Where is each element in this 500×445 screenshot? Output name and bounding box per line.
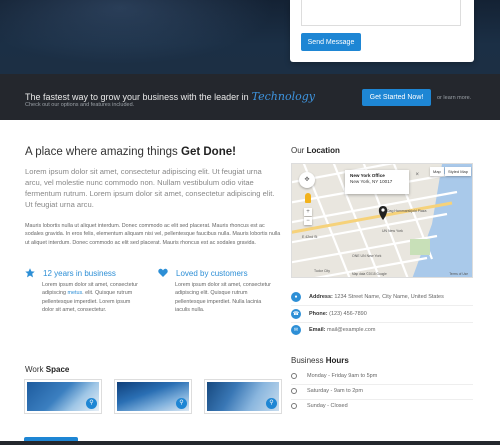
get-started-button[interactable]: Get Started Now! xyxy=(362,89,431,106)
map-label: Dag Hammarskjold Plaza xyxy=(387,209,427,213)
divider xyxy=(291,399,473,400)
hours-text: Saturday - 9am to 2pm xyxy=(307,388,363,394)
learn-more-link[interactable]: or learn more. xyxy=(437,95,471,101)
email-text: Email: mail@example.com xyxy=(309,327,375,333)
star-icon xyxy=(25,268,35,278)
hours-title-bold: Hours xyxy=(325,356,349,365)
pegman-icon[interactable] xyxy=(305,193,311,203)
hero-light-streak xyxy=(0,0,300,74)
clock-icon xyxy=(291,373,297,379)
hours-text: Monday - Friday 9am to 5pm xyxy=(307,373,378,379)
zoom-icon[interactable]: ⚲ xyxy=(266,398,277,409)
workspace-thumbnail-2[interactable]: ⚲ xyxy=(115,380,191,413)
message-textarea[interactable] xyxy=(301,0,461,26)
map-attribution: Map data ©2015 Google xyxy=(352,272,387,276)
divider xyxy=(291,384,473,385)
footer-bar xyxy=(0,441,500,445)
cta-subtitle: Check out our options and features inclu… xyxy=(25,102,135,108)
feature-title-text: Loved by customers xyxy=(176,268,248,278)
feature-years: 12 years in business Lorem ipsum dolor s… xyxy=(25,268,138,315)
map-label: ONE UN New York xyxy=(352,254,382,258)
close-icon[interactable]: × xyxy=(415,172,419,178)
map-pan-control[interactable]: ✥ xyxy=(299,172,315,188)
cta-brand-word: Technology xyxy=(251,90,315,103)
phone-label: Phone: xyxy=(309,311,328,317)
body-paragraph: Mauris lobortis nulla ut aliquet interdu… xyxy=(25,223,281,246)
map-label: UN New York xyxy=(382,229,403,233)
feature-inline-link[interactable]: metus xyxy=(67,290,82,296)
heading-plain: A place where amazing things xyxy=(25,146,178,158)
hours-text: Sunday - Closed xyxy=(307,403,348,409)
business-hours-title: Business Hours xyxy=(291,356,349,365)
hours-title-plain: Business xyxy=(291,356,324,365)
feature-text: Lorem ipsum dolor sit amet, consectetur … xyxy=(175,282,271,314)
map-label: E 42nd St xyxy=(302,235,317,239)
zoom-out-button[interactable]: − xyxy=(304,217,312,225)
clock-icon xyxy=(291,403,297,409)
address-value: 1234 Street Name, City Name, United Stat… xyxy=(334,294,444,300)
phone-icon: ☎ xyxy=(291,309,301,319)
page-heading: A place where amazing things Get Done! xyxy=(25,146,236,158)
heart-icon xyxy=(158,268,168,277)
feature-title: Loved by customers xyxy=(158,268,268,278)
popup-address: New York, NY 10017 xyxy=(350,179,393,184)
hours-row: Monday - Friday 9am to 5pm xyxy=(291,373,377,379)
phone-value: (123) 456-7890 xyxy=(329,311,367,317)
google-map[interactable]: Dag Hammarskjold Plaza UN New York Tudor… xyxy=(291,163,473,278)
contact-address: ● Address: 1234 Street Name, City Name, … xyxy=(291,292,444,302)
zoom-in-button[interactable]: + xyxy=(304,208,312,216)
location-title-plain: Our xyxy=(291,146,305,155)
hours-row: Saturday - 9am to 2pm xyxy=(291,388,363,394)
email-value[interactable]: mail@example.com xyxy=(327,327,375,333)
feature-title: 12 years in business xyxy=(25,268,135,278)
divider xyxy=(291,322,473,323)
contact-form-card: Send Message xyxy=(290,0,474,62)
envelope-icon: ✉ xyxy=(291,325,301,335)
map-type-map-button[interactable]: Map xyxy=(430,167,444,176)
map-type-styled-button[interactable]: Styled Map xyxy=(445,167,472,176)
contact-email: ✉ Email: mail@example.com xyxy=(291,325,375,335)
workspace-thumbnail-1[interactable]: ⚲ xyxy=(25,380,101,413)
zoom-icon[interactable]: ⚲ xyxy=(86,398,97,409)
map-pin-icon: ● xyxy=(291,292,301,302)
address-label: Address: xyxy=(309,294,333,300)
location-title-bold: Location xyxy=(306,146,340,155)
address-text: Address: 1234 Street Name, City Name, Un… xyxy=(309,294,444,300)
cta-band: The fastest way to grow your business wi… xyxy=(0,74,500,120)
feature-loved: Loved by customers Lorem ipsum dolor sit… xyxy=(158,268,271,315)
cta-title-text: The fastest way to grow your business wi… xyxy=(25,92,249,102)
send-message-button[interactable]: Send Message xyxy=(301,33,361,51)
map-terms-link[interactable]: Terms of Use xyxy=(449,272,468,276)
hours-row: Sunday - Closed xyxy=(291,403,348,409)
feature-text: Lorem ipsum dolor sit amet, consectetur … xyxy=(42,281,142,315)
heading-bold: Get Done! xyxy=(181,146,236,158)
map-info-window: New York Office New York, NY 10017 × xyxy=(345,170,419,194)
feature-title-text: 12 years in business xyxy=(43,268,116,278)
work-title-bold: Space xyxy=(45,365,70,374)
work-title-plain: Work xyxy=(25,365,44,374)
clock-icon xyxy=(291,388,297,394)
email-label: Email: xyxy=(309,327,326,333)
phone-text: Phone: (123) 456-7890 xyxy=(309,311,367,317)
work-space-title: Work Space xyxy=(25,365,69,374)
map-label: Tudor City xyxy=(314,269,330,273)
workspace-thumbnail-3[interactable]: ⚲ xyxy=(205,380,281,413)
divider xyxy=(291,305,473,306)
lead-paragraph: Lorem ipsum dolor sit amet, consectetur … xyxy=(25,167,275,209)
contact-phone: ☎ Phone: (123) 456-7890 xyxy=(291,309,367,319)
zoom-icon[interactable]: ⚲ xyxy=(176,398,187,409)
location-title: Our Location xyxy=(291,146,340,155)
